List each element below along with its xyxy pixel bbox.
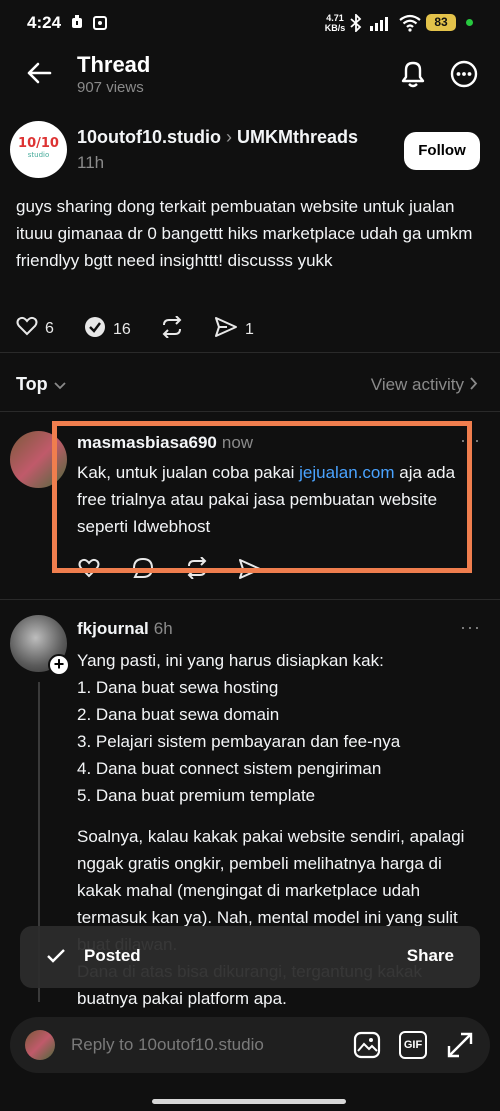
wifi-icon xyxy=(398,14,422,37)
posted-toast: Posted Share xyxy=(20,926,480,988)
list-item: 5. Dana buat premium template xyxy=(77,786,316,805)
reply-intro: Yang pasti, ini yang harus disiapkan kak… xyxy=(77,651,384,670)
page-title: Thread xyxy=(77,52,151,77)
privacy-dot xyxy=(466,19,473,26)
status-bar: 4:24 4.71 KB/s 83 xyxy=(0,0,500,46)
studio-logo-word: studio xyxy=(27,151,50,159)
reply-time: 6h xyxy=(153,619,173,638)
sort-dropdown[interactable]: Top xyxy=(16,374,66,395)
studio-logo-mark: 10/10 xyxy=(18,136,59,151)
view-activity-link[interactable]: View activity xyxy=(371,375,478,395)
post-author-line: 10outof10.studio › UMKMthreads xyxy=(77,127,358,148)
bluetooth-icon xyxy=(349,12,363,37)
view-activity-label: View activity xyxy=(370,375,464,394)
divider xyxy=(0,352,500,353)
divider xyxy=(0,599,500,600)
notification-icon xyxy=(71,15,83,34)
reply-author-name[interactable]: fkjournal xyxy=(77,619,149,638)
post-author-name[interactable]: 10outof10.studio xyxy=(77,127,221,147)
home-indicator[interactable] xyxy=(152,1099,346,1104)
battery-indicator: 83 xyxy=(426,14,456,31)
net-speed-unit: KB/s xyxy=(324,23,346,33)
send-icon xyxy=(214,316,238,343)
dots-icon xyxy=(93,16,107,35)
list-item: 1. Dana buat sewa hosting xyxy=(77,678,279,697)
post-text: guys sharing dong terkait pembuatan webs… xyxy=(16,197,473,270)
back-arrow-icon[interactable] xyxy=(26,61,52,90)
sort-label: Top xyxy=(16,374,48,394)
studio-logo: 10/10 studio xyxy=(10,121,67,178)
gif-label: GIF xyxy=(403,1039,423,1051)
highlight-box xyxy=(52,421,472,573)
list-item: 3. Pelajari sistem pembayaran dan fee-ny… xyxy=(77,732,401,751)
reply-more-icon[interactable]: ··· xyxy=(460,617,481,638)
chevron-down-icon xyxy=(54,374,66,395)
checkmark-icon xyxy=(46,948,66,969)
reply-composer[interactable]: Reply to 10outof10.studio GIF xyxy=(10,1017,490,1073)
repost-action[interactable] xyxy=(160,315,184,343)
follow-plus-icon[interactable]: + xyxy=(48,654,70,676)
list-item: 4. Dana buat connect sistem pengiriman xyxy=(77,759,382,778)
toast-label: Posted xyxy=(84,946,141,965)
reply-author-line: fkjournal 6h xyxy=(77,619,173,639)
repost-icon xyxy=(160,315,184,343)
author-avatar[interactable]: 10/10 studio xyxy=(10,121,67,178)
reply-action[interactable]: 16 xyxy=(84,316,131,343)
post-time: 11h xyxy=(77,153,105,172)
chevron-right-icon: › xyxy=(226,127,233,147)
community-name[interactable]: UMKMthreads xyxy=(237,127,358,147)
expand-icon[interactable] xyxy=(446,1031,474,1064)
net-speed: 4.71 KB/s xyxy=(322,13,348,33)
like-count: 6 xyxy=(45,319,54,337)
reply-input[interactable]: Reply to 10outof10.studio xyxy=(71,1035,264,1055)
reply-bubble-icon xyxy=(84,316,106,343)
heart-icon xyxy=(16,316,38,341)
toast-share-button[interactable]: Share xyxy=(407,946,454,966)
list-item: 2. Dana buat sewa domain xyxy=(77,705,280,724)
follow-button[interactable]: Follow xyxy=(404,132,480,170)
more-options-icon[interactable] xyxy=(450,60,478,93)
signal-icon xyxy=(370,15,394,36)
gif-icon[interactable]: GIF xyxy=(399,1031,427,1059)
chevron-right-icon xyxy=(470,375,478,395)
like-action[interactable]: 6 xyxy=(16,316,54,341)
reply-count: 16 xyxy=(113,320,131,338)
divider xyxy=(0,411,500,412)
bell-icon[interactable] xyxy=(399,59,427,94)
net-speed-value: 4.71 xyxy=(326,13,344,23)
share-action[interactable]: 1 xyxy=(214,316,254,343)
image-icon[interactable] xyxy=(353,1031,381,1064)
share-count: 1 xyxy=(245,320,254,338)
user-avatar xyxy=(25,1030,55,1060)
status-time: 4:24 xyxy=(27,13,62,32)
view-count: 907 views xyxy=(77,79,144,96)
